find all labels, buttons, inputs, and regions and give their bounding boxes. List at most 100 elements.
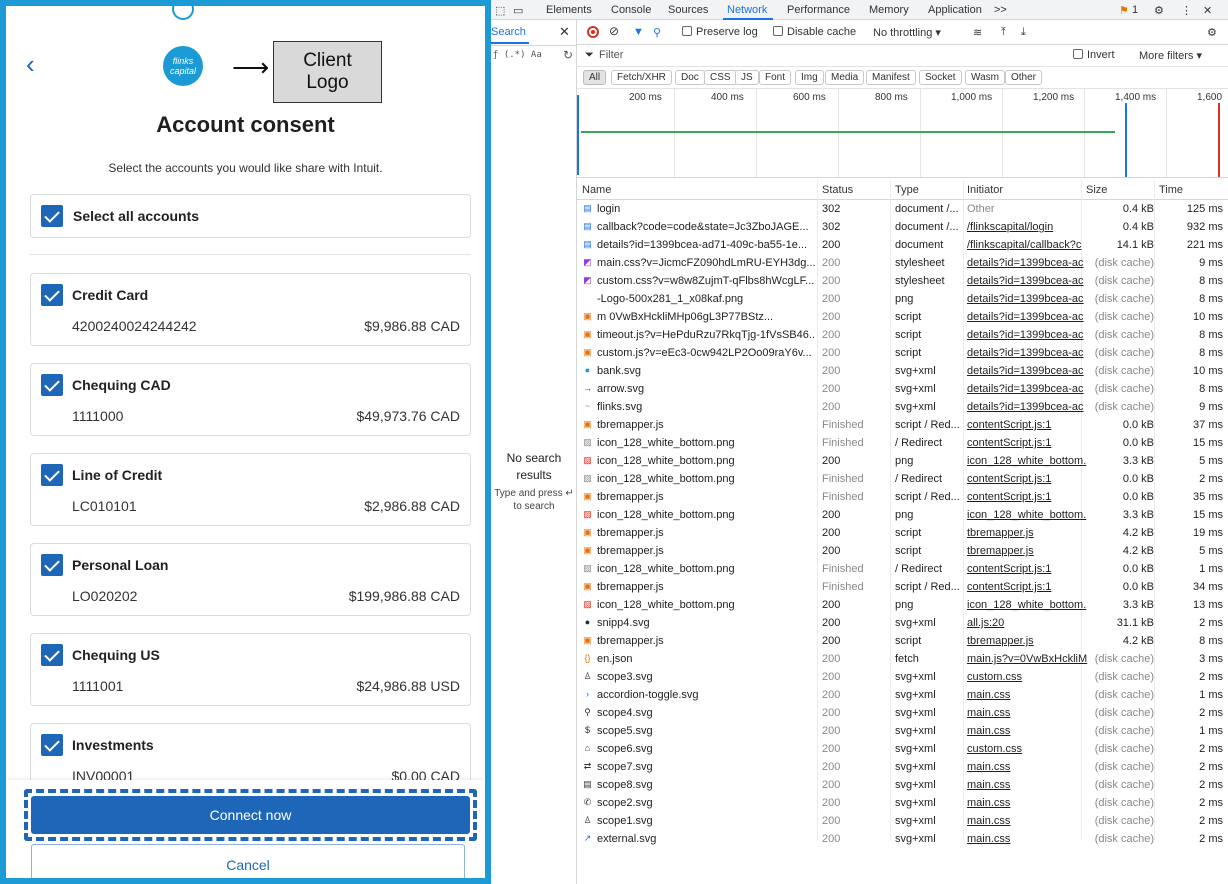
filter-js[interactable]: JS [735, 70, 759, 85]
request-name[interactable]: tbremapper.js [597, 491, 815, 503]
request-initiator[interactable]: main.css [967, 725, 1092, 737]
filter-all[interactable]: All [583, 70, 607, 85]
request-initiator[interactable]: details?id=1399bcea-ac [967, 383, 1092, 395]
column-header-time[interactable]: Time [1159, 184, 1183, 196]
request-initiator[interactable]: main.css [967, 689, 1092, 701]
request-initiator[interactable]: icon_128_white_bottom. [967, 599, 1092, 611]
network-request-row[interactable]: ▣ tbremapper.js 200 script tbremapper.js 4.2 … [577, 542, 1228, 560]
invert-checkbox[interactable]: Invert [1073, 49, 1115, 61]
network-request-row[interactable]: ▣ tbremapper.js Finished script / Red... con… [577, 416, 1228, 434]
filter-other[interactable]: Other [1005, 70, 1043, 85]
column-header-status[interactable]: Status [822, 184, 853, 196]
network-request-row[interactable]: $ scope5.svg 200 svg+xml main.css (disk cache… [577, 722, 1228, 740]
tab-sources[interactable]: Sources [668, 4, 708, 16]
network-request-row[interactable]: ● snipp4.svg 200 svg+xml all.js:20 31.1 kB 2 m… [577, 614, 1228, 632]
request-name[interactable]: login [597, 203, 815, 215]
clear-icon[interactable]: ⊘ [609, 24, 619, 38]
network-overview-timeline[interactable]: 200 ms 400 ms 600 ms 800 ms 1,000 ms 1,2… [577, 88, 1228, 178]
tab-console[interactable]: Console [611, 4, 651, 16]
filter-manifest[interactable]: Manifest [866, 70, 916, 85]
search-tab[interactable]: Search [491, 26, 526, 38]
network-request-row[interactable]: › accordion-toggle.svg 200 svg+xml main.css(… [577, 686, 1228, 704]
filter-wasm[interactable]: Wasm [965, 70, 1005, 85]
request-initiator[interactable]: custom.css [967, 671, 1092, 683]
filter-img[interactable]: Img [795, 70, 824, 85]
network-request-row[interactable]: ▨ icon_128_white_bottom.png 200 png icon_128… [577, 506, 1228, 524]
request-initiator[interactable]: main.css [967, 815, 1092, 827]
device-toolbar-icon[interactable]: ▭ [513, 4, 523, 17]
kebab-menu-icon[interactable]: ⋮ [1181, 4, 1192, 17]
request-name[interactable]: icon_128_white_bottom.png [597, 473, 815, 485]
request-name[interactable]: arrow.svg [597, 383, 815, 395]
request-name[interactable]: external.svg [597, 833, 815, 845]
account-card[interactable]: Chequing CAD 1111000 $49,973.76 CAD [30, 363, 471, 436]
account-card[interactable]: Personal Loan LO020202 $199,986.88 CAD [30, 543, 471, 616]
request-initiator[interactable]: tbremapper.js [967, 527, 1092, 539]
request-name[interactable]: custom.css?v=w8w8ZujmT-qFlbs8hWcgLF... [597, 275, 815, 287]
network-request-row[interactable]: ◩ main.css?v=JicmcFZ090hdLmRU-EYH3dg... 20… [577, 254, 1228, 272]
request-name[interactable]: icon_128_white_bottom.png [597, 599, 815, 611]
request-initiator[interactable]: details?id=1399bcea-ac [967, 329, 1092, 341]
network-request-row[interactable]: ● bank.svg 200 svg+xml details?id=1399bcea-a… [577, 362, 1228, 380]
request-name[interactable]: tbremapper.js [597, 419, 815, 431]
disable-cache-checkbox[interactable]: Disable cache [773, 26, 856, 38]
network-request-row[interactable]: ▣ timeout.js?v=HePduRzu7RkqTjg-1fVsSB46..… [577, 326, 1228, 344]
request-name[interactable]: accordion-toggle.svg [597, 689, 815, 701]
request-initiator[interactable]: details?id=1399bcea-ac [967, 275, 1092, 287]
search-icon[interactable]: ⚲ [653, 26, 661, 39]
request-name[interactable]: bank.svg [597, 365, 815, 377]
network-request-row[interactable]: ▤ login 302 document /... Other 0.4 kB 125 ms [577, 200, 1228, 218]
network-request-row[interactable]: ▣ tbremapper.js 200 script tbremapper.js 4.2 … [577, 632, 1228, 650]
network-request-row[interactable]: ▨ icon_128_white_bottom.png Finished / Redi… [577, 434, 1228, 452]
network-request-row[interactable]: → arrow.svg 200 svg+xml details?id=1399bcea-… [577, 380, 1228, 398]
account-card[interactable]: Line of Credit LC010101 $2,986.88 CAD [30, 453, 471, 526]
network-request-row[interactable]: ▣ tbremapper.js 200 script tbremapper.js 4.2 … [577, 524, 1228, 542]
network-request-row[interactable]: ▨ icon_128_white_bottom.png Finished / Redi… [577, 470, 1228, 488]
checkbox-checked-icon[interactable] [41, 554, 63, 576]
column-header-size[interactable]: Size [1086, 184, 1107, 196]
network-request-row[interactable]: ▤ callback?code=code&state=Jc3ZboJAGE... 3… [577, 218, 1228, 236]
request-name[interactable]: flinks.svg [597, 401, 815, 413]
connect-now-button[interactable]: Connect now [31, 796, 470, 834]
network-request-row[interactable]: ▣ m 0VwBxHckliMHp06gL3P77BStz... 200 script… [577, 308, 1228, 326]
request-initiator[interactable]: all.js:20 [967, 617, 1092, 629]
network-request-row[interactable]: ▣ tbremapper.js Finished script / Red... con… [577, 578, 1228, 596]
filter-doc[interactable]: Doc [675, 70, 705, 85]
network-request-row[interactable]: ⇄ scope7.svg 200 svg+xml main.css (disk cache… [577, 758, 1228, 776]
network-request-row[interactable]: ◩ custom.css?v=w8w8ZujmT-qFlbs8hWcgLF... 2… [577, 272, 1228, 290]
checkbox-checked-icon[interactable] [41, 374, 63, 396]
request-name[interactable]: scope7.svg [597, 761, 815, 773]
checkbox-checked-icon[interactable] [41, 284, 63, 306]
request-name[interactable]: scope1.svg [597, 815, 815, 827]
checkbox-checked-icon[interactable] [41, 734, 63, 756]
request-initiator[interactable]: contentScript.js:1 [967, 563, 1092, 575]
network-request-row[interactable]: ▨ icon_128_white_bottom.png 200 png icon_128… [577, 596, 1228, 614]
filter-fetch-xhr[interactable]: Fetch/XHR [611, 70, 672, 85]
network-request-row[interactable]: {} en.json 200 fetch main.js?v=0VwBxHckliM (d… [577, 650, 1228, 668]
request-name[interactable]: details?id=1399bcea-ad71-409c-ba55-1e... [597, 239, 815, 251]
download-icon[interactable]: ⤓ [1021, 26, 1026, 39]
request-initiator[interactable]: contentScript.js:1 [967, 437, 1092, 449]
request-initiator[interactable]: contentScript.js:1 [967, 473, 1092, 485]
request-initiator[interactable]: tbremapper.js [967, 545, 1092, 557]
close-devtools-icon[interactable]: ✕ [1203, 4, 1212, 17]
more-tabs-icon[interactable]: >> [994, 4, 1007, 16]
more-filters-dropdown[interactable]: More filters ▾ [1139, 49, 1202, 62]
settings-gear-icon[interactable]: ⚙ [1154, 4, 1164, 17]
request-initiator[interactable]: details?id=1399bcea-ac [967, 365, 1092, 377]
search-options[interactable]: ƒ (.*) Aa [493, 50, 542, 60]
request-initiator[interactable]: icon_128_white_bottom. [967, 509, 1092, 521]
checkbox-checked-icon[interactable] [41, 464, 63, 486]
account-card[interactable]: Chequing US 1111001 $24,986.88 USD [30, 633, 471, 706]
request-initiator[interactable]: main.js?v=0VwBxHckliM [967, 653, 1092, 665]
request-name[interactable]: scope5.svg [597, 725, 815, 737]
checkbox-checked-icon[interactable] [41, 205, 63, 227]
request-name[interactable]: scope3.svg [597, 671, 815, 683]
request-name[interactable]: icon_128_white_bottom.png [597, 509, 815, 521]
request-name[interactable]: tbremapper.js [597, 581, 815, 593]
request-initiator[interactable]: details?id=1399bcea-ac [967, 257, 1092, 269]
filter-font[interactable]: Font [759, 70, 792, 85]
refresh-icon[interactable]: ↻ [563, 48, 573, 62]
filter-media[interactable]: Media [825, 70, 865, 85]
tab-performance[interactable]: Performance [787, 4, 850, 16]
